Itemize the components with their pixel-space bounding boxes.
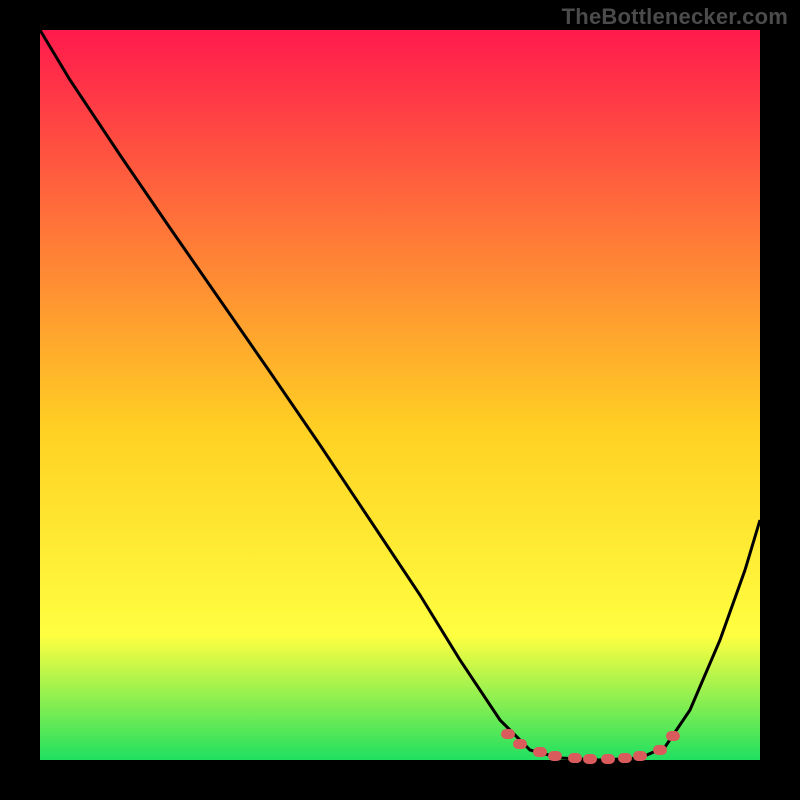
plot-area [40,30,760,760]
watermark-text: TheBottlenecker.com [562,4,788,30]
chart-frame: TheBottlenecker.com [0,0,800,800]
chart-svg [0,0,800,800]
